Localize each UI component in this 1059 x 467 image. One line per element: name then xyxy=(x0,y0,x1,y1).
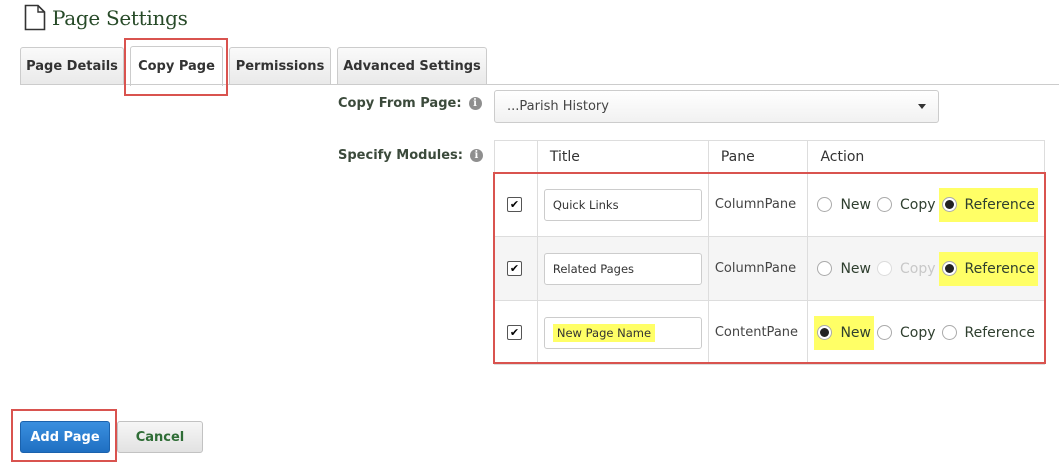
cancel-button[interactable]: Cancel xyxy=(117,421,203,453)
page-document-icon xyxy=(24,4,48,32)
modules-callout xyxy=(493,172,1046,364)
copy-from-page-select[interactable]: ...Parish History xyxy=(494,90,939,123)
column-header-pane: Pane xyxy=(707,140,809,173)
tab-permissions[interactable]: Permissions xyxy=(229,47,331,85)
copy-from-value: ...Parish History xyxy=(507,99,609,114)
info-icon[interactable]: i xyxy=(469,149,483,162)
copy-from-label-text: Copy From Page: xyxy=(338,96,462,111)
specify-modules-label-text: Specify Modules: xyxy=(338,148,463,163)
tab-page-details[interactable]: Page Details xyxy=(20,47,124,85)
chevron-down-icon xyxy=(918,104,926,109)
column-header-action: Action xyxy=(807,140,1045,173)
page-title: Page Settings xyxy=(52,6,188,30)
tab-label: Advanced Settings xyxy=(343,59,481,74)
tab-advanced-settings[interactable]: Advanced Settings xyxy=(337,47,487,85)
column-header-select xyxy=(494,140,538,173)
specify-modules-label: Specify Modules: i xyxy=(338,148,483,163)
copy-from-label: Copy From Page: i xyxy=(338,96,482,111)
page-header: Page Settings xyxy=(24,3,188,33)
add-page-callout xyxy=(11,409,117,462)
column-header-title: Title xyxy=(536,140,709,173)
table-header-row: Title Pane Action xyxy=(494,140,1045,173)
info-icon[interactable]: i xyxy=(468,97,482,110)
copy-page-callout xyxy=(124,38,228,96)
tab-label: Page Details xyxy=(26,59,118,74)
tab-label: Permissions xyxy=(235,59,325,74)
